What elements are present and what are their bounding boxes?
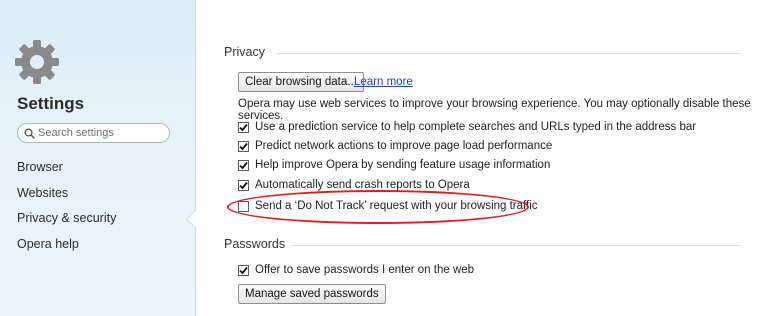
clear-browsing-data-button[interactable]: Clear browsing data... [238,72,364,92]
option-label: Send a ‘Do Not Track’ request with your … [255,200,538,212]
option-crash-reports[interactable]: Automatically send crash reports to Oper… [238,179,470,191]
checkbox[interactable] [238,121,249,133]
option-label: Predict network actions to improve page … [255,140,553,152]
checkbox[interactable] [238,140,249,152]
gear-icon [15,40,59,84]
checkbox[interactable] [238,264,249,276]
option-label: Offer to save passwords I enter on the w… [255,264,475,276]
manage-saved-passwords-button[interactable]: Manage saved passwords [238,284,386,304]
passwords-heading: Passwords [224,237,286,251]
option-predict-network[interactable]: Predict network actions to improve page … [238,140,552,152]
checkbox[interactable] [238,159,249,171]
settings-content: Privacy Clear browsing data... Learn mor… [197,0,768,316]
privacy-heading: Privacy [224,45,265,59]
sidebar-item-opera-help[interactable]: Opera help [17,237,79,251]
option-do-not-track[interactable]: Send a ‘Do Not Track’ request with your … [238,200,538,212]
checkmark-icon [239,123,248,131]
settings-sidebar: Settings Browser Websites Privacy & secu… [0,0,206,316]
learn-more-link[interactable]: Learn more [354,76,413,88]
search-icon [24,127,35,139]
checkmark-icon [239,181,248,189]
privacy-description: Opera may use web services to improve yo… [238,98,751,122]
option-label: Help improve Opera by sending feature us… [255,159,551,171]
sidebar-item-websites[interactable]: Websites [17,186,68,200]
checkbox[interactable] [238,179,249,191]
checkmark-icon [239,142,248,150]
option-offer-save-passwords[interactable]: Offer to save passwords I enter on the w… [238,264,474,276]
option-usage-info[interactable]: Help improve Opera by sending feature us… [238,159,550,171]
checkmark-icon [239,266,248,274]
section-divider [277,53,740,54]
sidebar-item-browser[interactable]: Browser [17,160,63,174]
sidebar-item-privacy-security[interactable]: Privacy & security [17,211,116,225]
section-divider [292,245,740,246]
search-input[interactable] [38,127,163,139]
option-label: Automatically send crash reports to Oper… [255,179,470,191]
checkmark-icon [239,161,248,169]
search-field[interactable] [17,123,170,143]
page-title: Settings [17,94,85,113]
option-label: Use a prediction service to help complet… [255,121,697,133]
checkbox[interactable] [238,200,249,212]
option-prediction-service[interactable]: Use a prediction service to help complet… [238,121,696,133]
